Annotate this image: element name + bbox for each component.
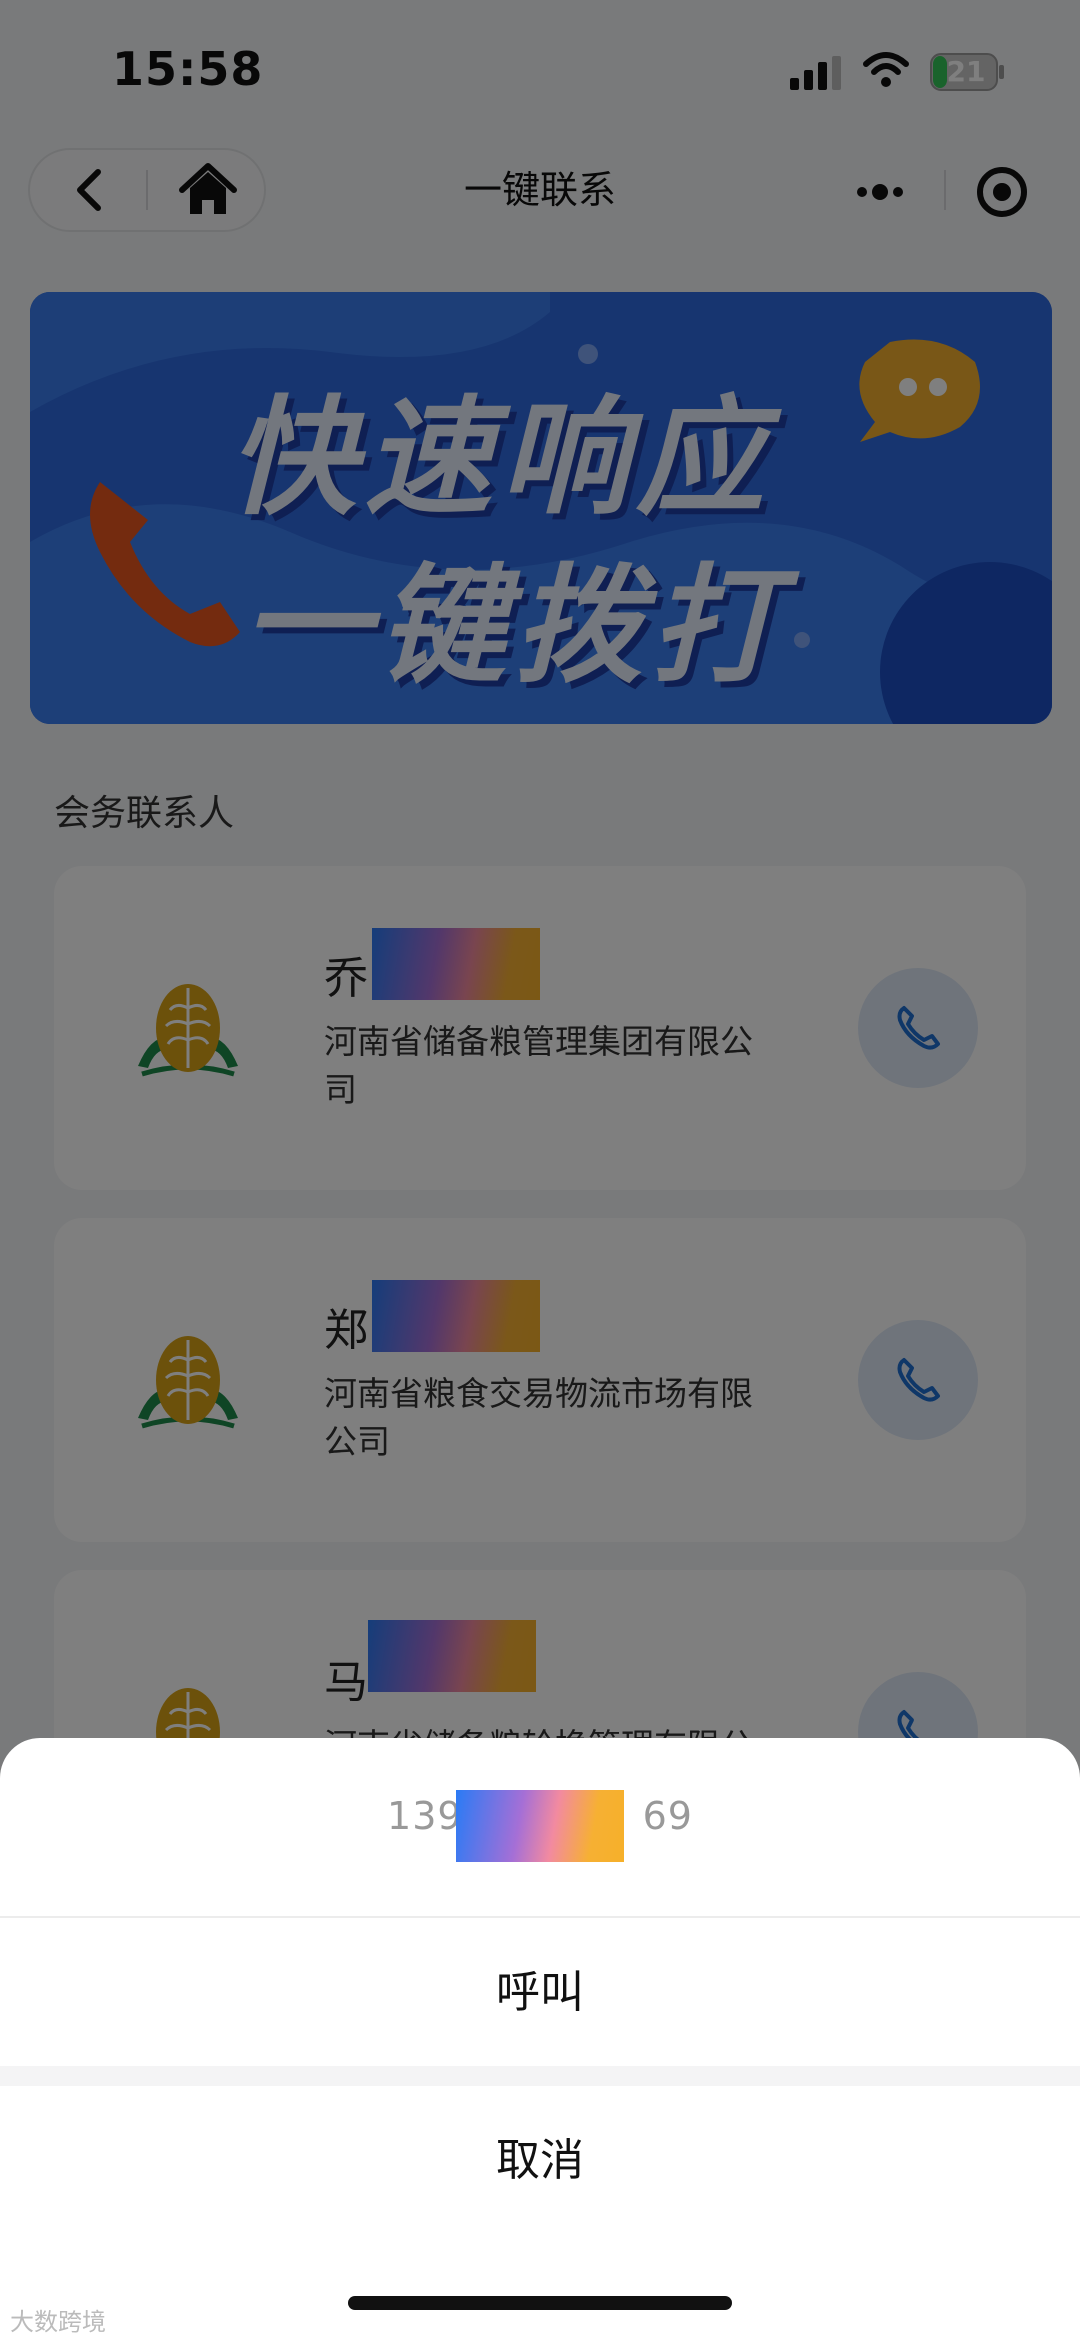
redaction-block [456,1790,624,1862]
phone-suffix: 69 [642,1794,693,1838]
phone-prefix: 139 [387,1794,463,1838]
call-option-button[interactable]: 呼叫 [0,1918,1080,2068]
sheet-separator [0,2066,1080,2086]
watermark-text: 大数跨境 [10,2308,106,2336]
home-indicator[interactable] [348,2296,732,2310]
cancel-button[interactable]: 取消 [0,2086,1080,2236]
